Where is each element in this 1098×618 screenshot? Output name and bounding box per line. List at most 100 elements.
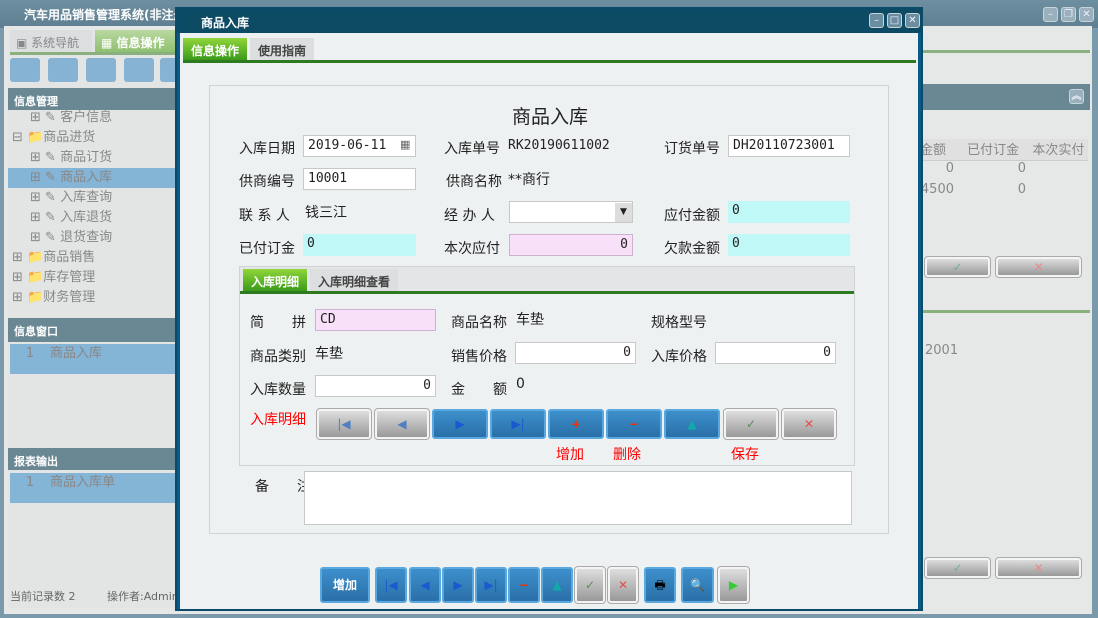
prev-button[interactable]: ◀ [409,567,441,603]
add-caption: 增加 [556,447,584,463]
edit-button[interactable]: ▲ [541,567,573,603]
tab-system-nav[interactable]: ▣ 系统导航 [10,30,92,52]
delete-caption: 删除 [613,447,641,463]
next-record-button[interactable]: ▶ [432,409,488,439]
dialog-maximize-icon[interactable]: □ [887,13,902,28]
save-button[interactable]: ✓ [574,566,606,604]
nav-tree: ⊞ ✎ 客户信息 ⊟ 📁商品进货 ⊞ ✎ 商品订货 ⊞ ✎ 商品入库 ⊞ ✎ 入… [8,108,176,308]
supplier-no-field[interactable]: 10001 [303,168,416,190]
cancel-button[interactable]: ✕ [607,566,639,604]
window-list-item[interactable]: 1 商品入库 [10,344,176,374]
handler-label: 经 办 人 [444,208,495,224]
edit-detail-button[interactable]: ▲ [664,409,720,439]
contact-value: 钱三江 [305,205,347,221]
order-no-label: 订货单号 [664,141,720,157]
owed-field[interactable]: 0 [728,234,850,256]
remark-label: 备 注 [255,479,311,495]
status-operator: 操作者:Admin [107,590,179,603]
dialog-minimize-icon[interactable]: – [869,13,884,28]
first-record-button[interactable]: |◀ [316,408,372,440]
print-preview-icon[interactable]: 🔍 [681,567,714,603]
tree-item[interactable]: ⊞ ✎ 退货查询 [8,228,176,248]
form-panel: 商品入库 入库日期 2019-06-11 ▦ 入库单号 RK2019061100… [209,85,889,534]
next-button[interactable]: ▶ [442,567,474,603]
section-info-window: 信息窗口 [8,318,176,342]
tree-item[interactable]: ⊞ ✎ 入库退货 [8,208,176,228]
search-tool-icon[interactable] [10,58,40,82]
in-price-label: 入库价格 [651,349,707,365]
collapse-icon[interactable]: ︽ [1069,89,1084,104]
tree-item[interactable]: ⊞ ✎ 商品订货 [8,148,176,168]
prev-record-button[interactable]: ◀ [374,408,430,440]
form-title: 商品入库 [511,106,588,128]
stock-in-dialog: 商品入库 – □ ✕ 信息操作 使用指南 商品入库 入库日期 2019-06-1… [175,7,923,611]
pinyin-field[interactable]: CD [315,309,436,331]
document-tool-icon[interactable] [86,58,116,82]
delete-button[interactable]: − [508,567,540,603]
bg-grid-cell: 2001 [925,343,959,358]
pinyin-label: 简 拼 [250,315,306,331]
restore-icon[interactable]: ❐ [1061,7,1076,22]
remark-textarea[interactable] [304,471,852,525]
delete-detail-button[interactable]: − [606,409,662,439]
minimize-icon[interactable]: – [1043,7,1058,22]
bg-cancel-button[interactable]: ✕ [995,256,1082,278]
save-detail-button[interactable]: ✓ [723,408,779,440]
product-name-value: 车垫 [516,312,544,328]
bg-confirm-button[interactable]: ✓ [924,256,991,278]
qty-label: 入库数量 [250,382,306,398]
calendar-icon[interactable]: ▦ [400,138,410,151]
tree-item[interactable]: ⊞ ✎ 入库查询 [8,188,176,208]
supplier-name-value: **商行 [508,172,550,188]
user-tool-icon[interactable] [124,58,154,82]
status-record-count: 当前记录数 2 [10,590,76,603]
tab-info-ops[interactable]: ▦ 信息操作 [95,30,185,52]
bg-cancel-button-2[interactable]: ✕ [995,557,1082,579]
report-list-item[interactable]: 1 商品入库单 [10,473,176,503]
last-record-button[interactable]: ▶| [490,409,546,439]
bg-confirm-button-2[interactable]: ✓ [924,557,991,579]
payable-field[interactable]: 0 [728,201,850,223]
deposit-label: 已付订金 [239,241,295,257]
supplier-no-label: 供商编号 [239,174,295,190]
detail-caption: 入库明细 [250,412,306,428]
chevron-down-icon[interactable]: ▼ [615,203,632,222]
supplier-name-label: 供商名称 [446,174,502,190]
last-button[interactable]: ▶| [475,567,507,603]
cancel-detail-button[interactable]: ✕ [781,408,837,440]
tree-item-selected[interactable]: ⊞ ✎ 商品入库 [8,168,176,188]
product-name-label: 商品名称 [451,315,507,331]
tab-detail[interactable]: 入库明细 [243,269,308,291]
spec-label: 规格型号 [651,315,707,331]
tree-item[interactable]: ⊞ 📁库存管理 [8,268,176,288]
save-caption: 保存 [731,447,759,463]
tree-item[interactable]: ⊞ 📁财务管理 [8,288,176,308]
list-tool-icon[interactable] [48,58,78,82]
tree-item[interactable]: ⊞ ✎ 客户信息 [8,108,176,128]
close-icon[interactable]: ✕ [1079,7,1094,22]
order-no-field[interactable]: DH20110723001 [728,135,850,157]
run-icon[interactable]: ▶ [717,566,750,604]
add-button[interactable]: 增加 [320,567,370,603]
rk-no-value: RK20190611002 [508,138,610,153]
qty-field[interactable]: 0 [315,375,436,397]
tab-user-guide[interactable]: 使用指南 [250,38,315,60]
section-info-management: 信息管理 [8,88,176,110]
contact-label: 联 系 人 [239,208,290,224]
payable-label: 应付金额 [664,208,720,224]
tab-detail-view[interactable]: 入库明细查看 [310,269,399,291]
tree-item[interactable]: ⊞ 📁商品销售 [8,248,176,268]
in-price-field[interactable]: 0 [715,342,836,364]
add-detail-button[interactable]: + [548,409,604,439]
amount-value: 0 [516,376,525,392]
dialog-close-icon[interactable]: ✕ [905,13,920,28]
tab-info-ops[interactable]: 信息操作 [183,38,248,60]
first-button[interactable]: |◀ [375,567,407,603]
tree-item[interactable]: ⊟ 📁商品进货 [8,128,176,148]
date-label: 入库日期 [239,141,295,157]
sale-price-field[interactable]: 0 [515,342,636,364]
print-icon[interactable]: 🖶 [644,567,676,603]
section-report-output: 报表输出 [8,448,176,470]
this-pay-field[interactable]: 0 [509,234,633,256]
deposit-field[interactable]: 0 [303,234,416,256]
